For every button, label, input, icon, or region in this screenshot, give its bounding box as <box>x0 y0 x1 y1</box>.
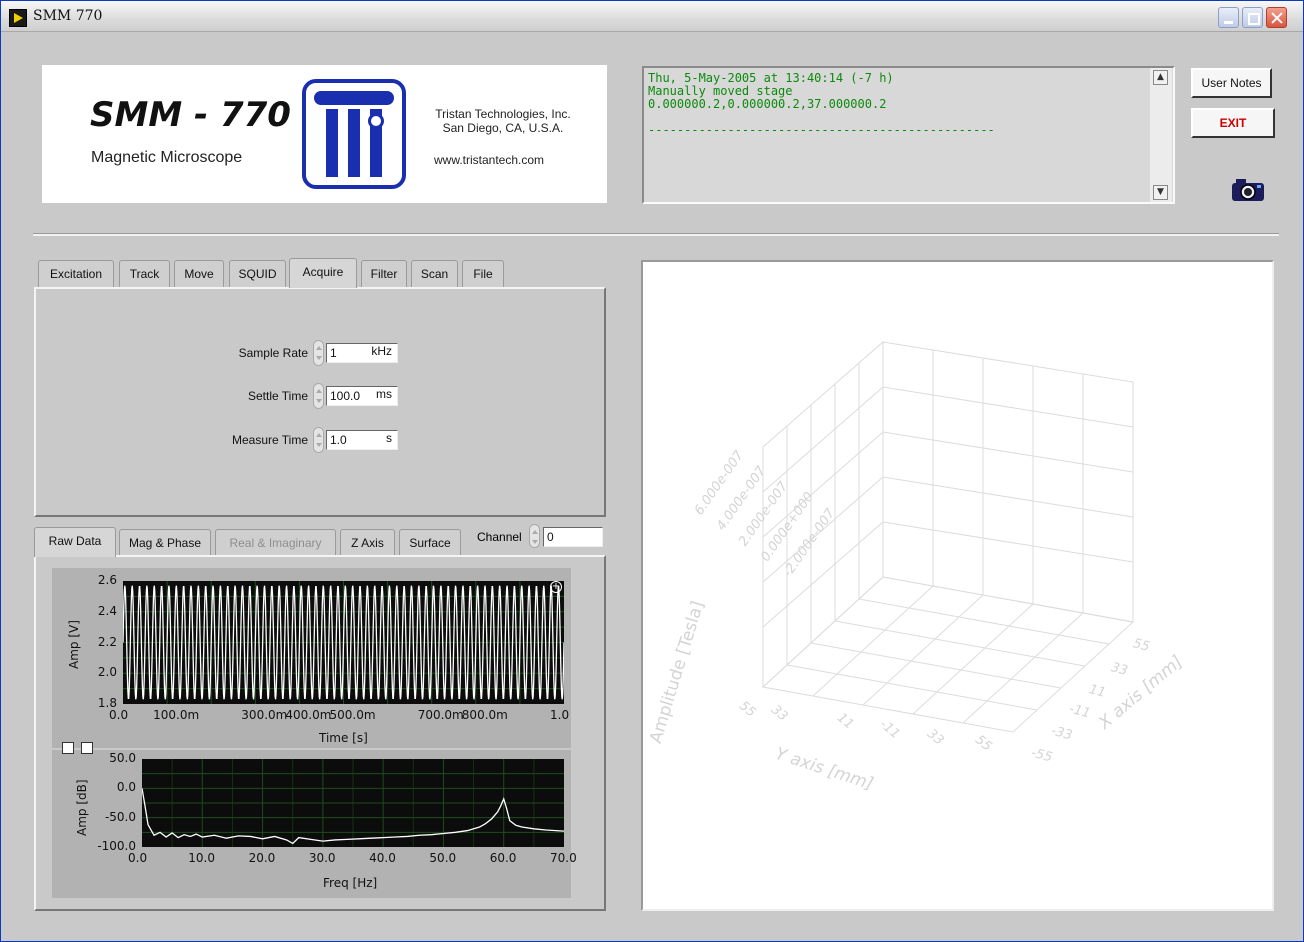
scroll-down-arrow-icon[interactable]: ▼ <box>1153 185 1168 200</box>
log-scrollbar[interactable]: ▲ ▼ <box>1150 68 1172 202</box>
x-tick-label: 20.0 <box>248 851 276 865</box>
tab-track[interactable]: Track <box>119 260 170 288</box>
x-tick-label: 30.0 <box>308 851 336 865</box>
x-tick-label: 300.0m <box>241 708 288 722</box>
minimize-button[interactable] <box>1218 7 1239 28</box>
labview-app-icon <box>9 9 27 27</box>
time-plot-area[interactable] <box>123 581 564 704</box>
3d-surface-graph[interactable]: Amplitude [Tesla] 6.000e-007 4.000e-007 … <box>641 260 1274 911</box>
x-tick-label: 1.0 <box>550 708 570 722</box>
product-title: SMM - 770 <box>90 95 291 135</box>
freq-plot-area[interactable] <box>142 759 564 847</box>
x-tick-label: 700.0m <box>417 708 464 722</box>
tab-raw-data[interactable]: Raw Data <box>34 527 116 557</box>
sample-rate-stepper[interactable] <box>313 340 324 366</box>
x-tick-label: 800.0m <box>461 708 508 722</box>
y-tick-label: 2.2 <box>97 634 117 649</box>
x-tick-label: 70.0 <box>550 851 577 865</box>
product-subtitle: Magnetic Microscope <box>91 149 243 166</box>
y-tick-label: 2.4 <box>97 603 117 618</box>
x-tick-label: 500.0m <box>329 708 376 722</box>
3d-axes-box <box>761 340 1135 733</box>
acquire-tab-panel: Sample Rate 1 kHz Settle Time 100.0 ms M… <box>34 287 606 517</box>
measure-time-value: 1.0 <box>330 433 347 447</box>
y-tick-label: 2.0 <box>97 665 117 680</box>
tab-surface[interactable]: Surface <box>399 529 461 557</box>
company-location: San Diego, CA, U.S.A. <box>442 121 564 135</box>
status-log[interactable]: Thu, 5-May-2005 at 13:40:14 (-7 h) Manual… <box>642 66 1175 204</box>
freq-x-axis-title: Freq [Hz] <box>323 876 378 890</box>
settle-time-stepper[interactable] <box>313 383 324 409</box>
measure-time-stepper[interactable] <box>313 427 324 453</box>
tab-filter[interactable]: Filter <box>361 260 407 288</box>
channel-label: Channel <box>477 530 522 544</box>
sample-rate-label: Sample Rate <box>238 346 308 360</box>
x-tick-label: 400.0m <box>285 708 332 722</box>
title-bar[interactable]: SMM 770 <box>1 1 1303 32</box>
company-name: Tristan Technologies, Inc. <box>435 107 571 121</box>
channel-stepper[interactable] <box>529 524 540 548</box>
x-tick-label: 40.0 <box>369 851 396 865</box>
measure-time-input[interactable]: 1.0 s <box>326 430 398 450</box>
close-window-button[interactable] <box>1266 7 1287 28</box>
x-tick-label: 10.0 <box>188 851 215 865</box>
separator-line <box>33 233 1279 236</box>
settle-time-unit: ms <box>376 387 392 401</box>
time-y-axis-title: Amp [V] <box>67 620 81 669</box>
company-website: www.tristantech.com <box>434 153 545 167</box>
tab-move[interactable]: Move <box>174 260 224 288</box>
y-tick-label: 1.8 <box>97 696 117 710</box>
x-tick-label: 100.0m <box>153 708 200 722</box>
tab-file[interactable]: File <box>462 260 504 288</box>
log-line: 0.000000.2,0.000000.2,37.000000.2 <box>648 97 887 111</box>
logo-panel: SMM - 770 Magnetic Microscope Tristan Te… <box>42 65 607 203</box>
time-signal-chart <box>123 581 564 704</box>
settle-time-label: Settle Time <box>247 389 308 403</box>
log-line: ----------------------------------------… <box>648 123 995 137</box>
zoom-cursor-icon[interactable]: + <box>550 581 562 593</box>
sample-rate-unit: kHz <box>371 344 392 358</box>
x-tick-label: 0.0 <box>109 708 129 722</box>
x-tick-label: 0.0 <box>128 851 148 865</box>
tab-scan[interactable]: Scan <box>411 260 458 288</box>
tab-mag-phase[interactable]: Mag & Phase <box>119 529 211 557</box>
measure-time-unit: s <box>386 431 392 445</box>
tab-real-imaginary[interactable]: Real & Imaginary <box>215 529 336 557</box>
exit-button[interactable]: EXIT <box>1191 108 1275 138</box>
channel-input[interactable]: 0 <box>543 527 603 547</box>
maximize-button[interactable] <box>1242 7 1263 28</box>
time-x-axis-title: Time [s] <box>319 731 368 745</box>
splitter-handle-right[interactable] <box>81 742 93 754</box>
window-title: SMM 770 <box>33 8 103 24</box>
tab-excitation[interactable]: Excitation <box>38 260 114 288</box>
y-tick-label: 2.6 <box>97 573 117 587</box>
user-notes-button[interactable]: User Notes <box>1191 68 1272 98</box>
splitter-handle-left[interactable] <box>62 742 74 754</box>
freq-y-axis-title: Amp [dB] <box>75 779 89 836</box>
x-tick-label: 50.0 <box>429 851 457 865</box>
freq-spectrum-chart <box>142 759 564 847</box>
sample-rate-input[interactable]: 1 kHz <box>326 343 398 363</box>
tab-squid[interactable]: SQUID <box>229 260 286 288</box>
measure-time-label: Measure Time <box>231 433 308 447</box>
company-info: Tristan Technologies, Inc. San Diego, CA… <box>428 107 578 135</box>
tab-z-axis[interactable]: Z Axis <box>340 529 395 557</box>
y-tick-label: 50.0 <box>109 751 136 765</box>
y-tick-label: -50.0 <box>104 809 136 824</box>
camera-icon[interactable] <box>1230 177 1266 203</box>
application-window: SMM 770 SMM - 770 Magnetic Microscope Tr… <box>0 0 1304 942</box>
y-tick-label: 0.0 <box>116 780 136 795</box>
x-tick-label: 60.0 <box>489 851 517 865</box>
scroll-up-arrow-icon[interactable]: ▲ <box>1153 70 1168 85</box>
y-tick-label: -100.0 <box>97 839 136 853</box>
tristan-logo-mark <box>302 79 406 189</box>
settle-time-value: 100.0 <box>330 389 361 403</box>
sample-rate-value: 1 <box>330 346 337 360</box>
settle-time-input[interactable]: 100.0 ms <box>326 386 398 406</box>
tab-acquire[interactable]: Acquire <box>289 258 357 288</box>
